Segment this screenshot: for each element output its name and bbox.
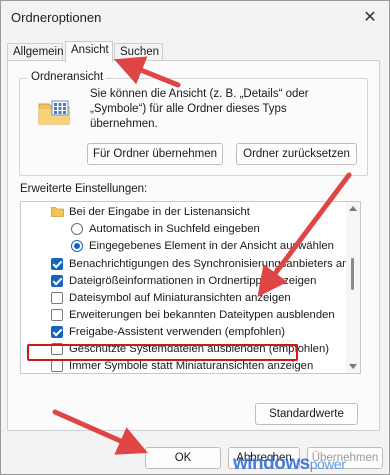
tab-suchen[interactable]: Suchen <box>114 43 163 61</box>
watermark-brand: windows <box>233 453 310 474</box>
list-item-label: Benachrichtigungen des Synchronisierungs… <box>69 258 346 270</box>
tab-ansicht[interactable]: Ansicht <box>65 41 113 62</box>
list-item: Bei der Eingabe in der Listenansicht <box>21 204 346 220</box>
checkbox-always-icons[interactable] <box>51 360 63 372</box>
scroll-up-icon[interactable] <box>349 206 357 211</box>
checkbox-file-icon-thumbnails[interactable] <box>51 292 63 304</box>
list-scrollbar[interactable] <box>346 202 360 373</box>
list-item[interactable]: Dateigrößeinformationen in Ordnertipps a… <box>21 273 346 289</box>
list-item-label: Dateigrößeinformationen in Ordnertipps a… <box>69 275 317 287</box>
list-item-label: Dateisymbol auf Miniaturansichten anzeig… <box>69 292 291 304</box>
list-item-label: Erweiterungen bei bekannten Dateitypen a… <box>69 309 335 321</box>
checkbox-hide-extensions[interactable] <box>51 309 63 321</box>
close-icon[interactable]: ✕ <box>359 7 381 29</box>
radio-auto-search[interactable] <box>71 223 83 235</box>
list-item[interactable]: Eingegebenes Element in der Ansicht ausw… <box>21 238 346 254</box>
title-bar: Ordneroptionen ✕ <box>1 1 389 35</box>
list-item-label: Freigabe-Assistent verwenden (empfohlen) <box>69 326 286 338</box>
list-item[interactable]: Dateisymbol auf Miniaturansichten anzeig… <box>21 290 346 306</box>
scroll-down-icon[interactable] <box>349 364 357 369</box>
watermark-suffix: power <box>309 456 346 472</box>
restore-defaults-button[interactable]: Standardwerte <box>255 403 358 425</box>
checkbox-sync-notifications[interactable] <box>51 258 63 270</box>
ok-button[interactable]: OK <box>145 447 221 469</box>
folder-icon <box>38 100 70 125</box>
tab-allgemein[interactable]: Allgemein <box>7 43 64 61</box>
list-item[interactable]: Automatisch in Suchfeld eingeben <box>21 221 346 237</box>
view-tab-panel: Ordneransicht Sie können die Ansicht (z.… <box>7 60 380 431</box>
list-item[interactable]: Benachrichtigungen des Synchronisierungs… <box>21 256 346 272</box>
watermark-logo: windowspower <box>233 453 346 475</box>
list-item[interactable]: Freigabe-Assistent verwenden (empfohlen) <box>21 324 346 340</box>
apply-to-folders-button[interactable]: Für Ordner übernehmen <box>87 143 223 165</box>
scroll-thumb[interactable] <box>351 258 354 290</box>
radio-select-item[interactable] <box>71 240 83 252</box>
advanced-settings-label: Erweiterte Einstellungen: <box>20 183 148 195</box>
checkbox-sharing-wizard[interactable] <box>51 326 63 338</box>
list-item[interactable]: Erweiterungen bei bekannten Dateitypen a… <box>21 307 346 323</box>
window-title: Ordneroptionen <box>11 10 102 25</box>
folder-view-legend: Ordneransicht <box>28 71 107 83</box>
folder-icon <box>51 207 64 217</box>
list-item-label: Eingegebenes Element in der Ansicht ausw… <box>89 240 334 252</box>
folder-view-description: Sie können die Ansicht (z. B. „Details“ … <box>90 88 309 130</box>
highlight-box <box>27 344 298 361</box>
list-item-label: Automatisch in Suchfeld eingeben <box>89 223 260 235</box>
reset-folders-button[interactable]: Ordner zurücksetzen <box>236 143 357 165</box>
list-item-label: Bei der Eingabe in der Listenansicht <box>69 206 250 218</box>
checkbox-file-size-info[interactable] <box>51 275 63 287</box>
folder-options-dialog: Ordneroptionen ✕ Allgemein Ansicht Suche… <box>0 0 390 475</box>
